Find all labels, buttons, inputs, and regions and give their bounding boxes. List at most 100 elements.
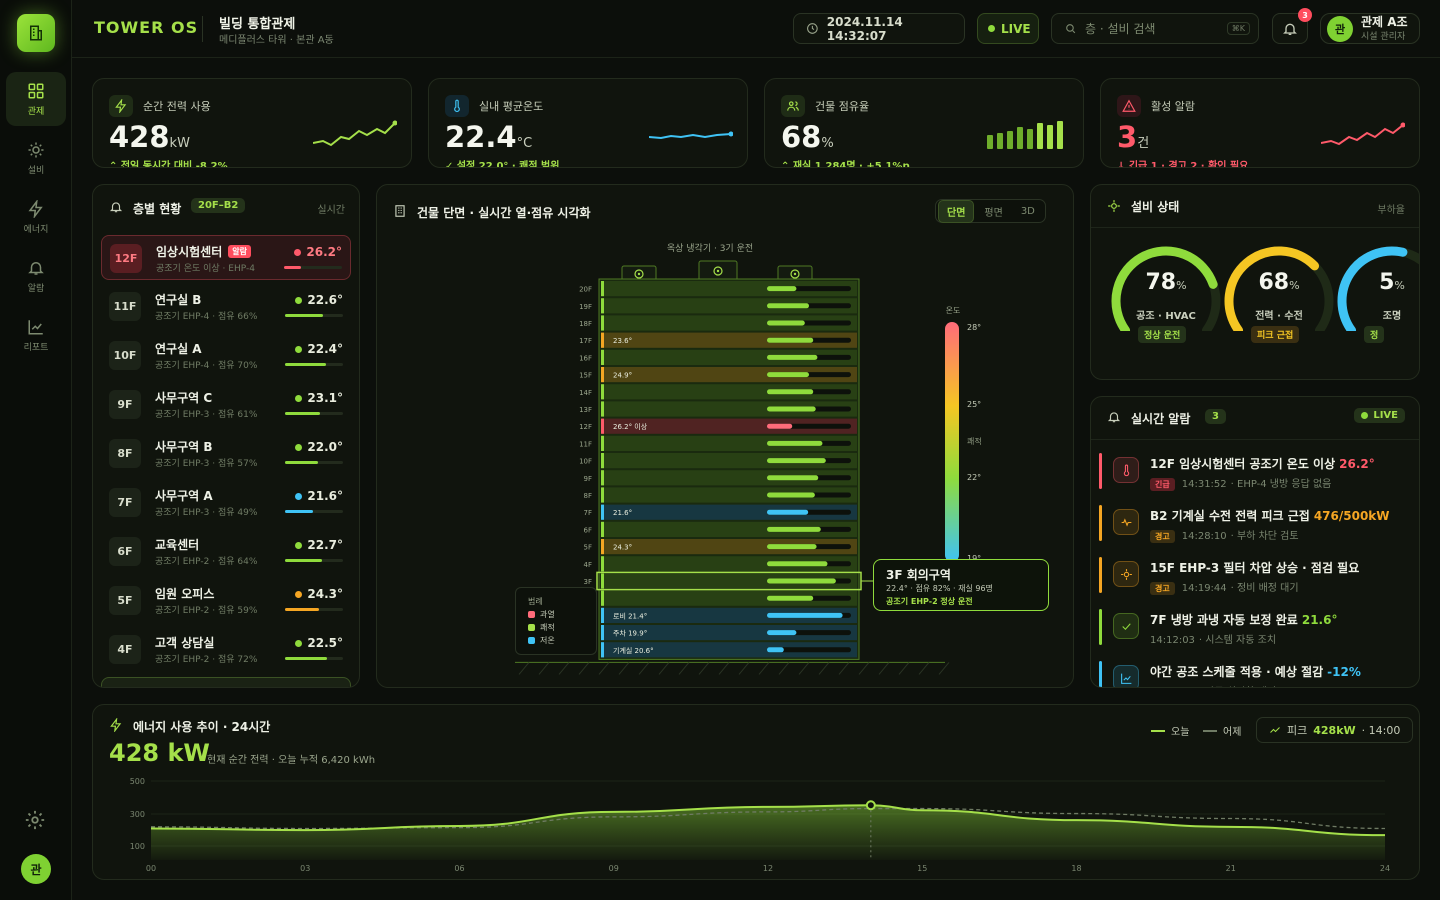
panel-title: 층별 현황 bbox=[133, 202, 182, 216]
occupancy-fill bbox=[284, 266, 302, 269]
alert-time: 14:31:52 bbox=[1181, 479, 1227, 490]
floor-row-20F[interactable]: 20F bbox=[579, 281, 857, 297]
floor-row-18F[interactable]: 18F bbox=[579, 315, 857, 331]
floor-row-B1[interactable]: B1주차 19.9° bbox=[583, 625, 857, 641]
floor-name-text: 연구실 A bbox=[155, 342, 202, 356]
floor-row[interactable]: 9F 사무구역 C 공조기 EHP-3 · 점유 61% 23.1° bbox=[101, 382, 351, 427]
floor-row[interactable]: 11F 연구실 B 공조기 EHP-4 · 점유 66% 22.6° bbox=[101, 284, 351, 329]
floor-row-7F[interactable]: 7F 21.6° bbox=[584, 504, 857, 520]
occupancy-bar bbox=[285, 363, 343, 366]
occupancy-bar bbox=[767, 372, 809, 378]
status-dot bbox=[295, 640, 303, 647]
search-input[interactable]: 층 · 설비 검색 bbox=[1085, 20, 1155, 37]
floor-row-17F[interactable]: 17F 23.6° bbox=[579, 332, 857, 348]
status-dot bbox=[295, 444, 303, 451]
floor-row-12F[interactable]: 12F 26.2° 이상 bbox=[579, 418, 857, 434]
avatar[interactable]: 관 bbox=[21, 854, 51, 884]
kpi-power-card[interactable]: 순간 전력 사용 428kW ⌃ 전일 동시간 대비 -8.2% bbox=[92, 78, 412, 168]
floor-row-11F[interactable]: 11F bbox=[579, 435, 857, 451]
floor-row-9F[interactable]: 9F bbox=[584, 470, 857, 486]
alert-item[interactable]: B2 기계실 수전 전력 피크 근접 476/500kW 경고 14:28:10 · 부… bbox=[1099, 501, 1419, 553]
floor-status-panel: 층별 현황 20F–B2 실시간 12F 임상시험센터 알람 공조기 온도 이상 · … bbox=[92, 184, 360, 688]
floor-number: 9F bbox=[109, 390, 141, 419]
kpi-temp-card[interactable]: 실내 평균온도 22.4°C ✓ 설정 22.0° · 쾌적 범위 bbox=[428, 78, 748, 168]
floor-row-2F[interactable]: 2F bbox=[584, 590, 857, 606]
sidebar-item-report[interactable]: 리포트 bbox=[6, 308, 66, 362]
sidebar-item-label: 에너지 bbox=[23, 224, 49, 235]
bell-icon bbox=[1107, 412, 1121, 423]
floor-row-19F[interactable]: 19F bbox=[579, 298, 857, 314]
kpi-unit: °C bbox=[516, 136, 533, 151]
floor-row-14F[interactable]: 14F bbox=[579, 384, 857, 400]
sidebar-item-equipment[interactable]: 설비 bbox=[6, 131, 66, 185]
search-box[interactable]: 층 · 설비 검색 ⌘K bbox=[1051, 13, 1259, 44]
live-indicator[interactable]: LIVE bbox=[1354, 408, 1405, 423]
live-dot bbox=[988, 25, 995, 32]
floor-row-10F[interactable]: 10F bbox=[579, 453, 857, 469]
floor-row[interactable]: 5F 임원 오피스 공조기 EHP-2 · 점유 59% 24.3° bbox=[101, 578, 351, 623]
notification-button[interactable]: 3 bbox=[1272, 8, 1312, 44]
status-dot bbox=[295, 542, 303, 549]
x-tick: 03 bbox=[300, 864, 310, 873]
alert-item[interactable]: 12F 임상시험센터 공조기 온도 이상 26.2° 긴급 14:31:52 · EHP… bbox=[1099, 449, 1419, 501]
floor-row-6F[interactable]: 6F bbox=[584, 521, 857, 537]
panel-title: 설비 상태 bbox=[1131, 200, 1180, 214]
logo[interactable] bbox=[17, 14, 55, 52]
alert-item[interactable]: 15F EHP-3 필터 차압 상승 · 점검 필요 경고 14:19:44 · 정비… bbox=[1099, 553, 1419, 605]
floor-temp: 23.1° bbox=[295, 391, 343, 405]
mode-label: 실시간 bbox=[317, 205, 345, 216]
floor-row[interactable]: 6F 교육센터 공조기 EHP-2 · 점유 64% 22.7° bbox=[101, 529, 351, 574]
alert-meta: 경고 14:19:44 · 정비 배정 대기 bbox=[1150, 579, 1299, 595]
floor-row-15F[interactable]: 15F 24.9° bbox=[579, 367, 857, 383]
kpi-value: 22.4°C bbox=[445, 120, 532, 154]
floor-row[interactable] bbox=[101, 677, 351, 687]
mode-label: 부하율 bbox=[1377, 205, 1405, 216]
live-indicator[interactable]: LIVE bbox=[977, 13, 1039, 44]
floor-row[interactable]: 8F 사무구역 B 공조기 EHP-3 · 점유 57% 22.0° bbox=[101, 431, 351, 476]
gauge-label: 조명 bbox=[1382, 311, 1402, 322]
alert-item[interactable]: 7F 냉방 과냉 자동 보정 완료 21.6° 14:12:03 · 시스템 자동 조… bbox=[1099, 605, 1419, 657]
floor-row-4F[interactable]: 4F bbox=[584, 556, 857, 572]
occupancy-bar bbox=[767, 630, 797, 636]
alert-time: 14:19:44 bbox=[1181, 583, 1227, 594]
alert-title: 7F 냉방 과냉 자동 보정 완료 21.6° bbox=[1150, 611, 1337, 628]
chiller-icon[interactable] bbox=[698, 260, 738, 282]
peak-point[interactable] bbox=[865, 800, 876, 811]
gear-icon[interactable] bbox=[24, 809, 46, 831]
floor-row[interactable]: 7F 사무구역 A 공조기 EHP-3 · 점유 49% 21.6° bbox=[101, 480, 351, 525]
floor-range-badge: 20F–B2 bbox=[191, 198, 246, 213]
gauge-status: 피크 근접 bbox=[1251, 326, 1300, 343]
level-label: 8F bbox=[584, 492, 592, 500]
floor-desc: 공조기 EHP-3 · 점유 61% bbox=[155, 410, 258, 420]
user-menu[interactable]: 관 관제 A조 시설 관리자 bbox=[1320, 13, 1420, 44]
floor-name-text: 고객 상담실 bbox=[155, 636, 215, 650]
kpi-occupancy-card[interactable]: 건물 점유율 68% ⌃ 재실 1,284명 · +5.1%p bbox=[764, 78, 1084, 168]
sidebar-item-energy[interactable]: 에너지 bbox=[6, 190, 66, 244]
floor-row-3F[interactable]: 3F bbox=[584, 571, 862, 591]
floor-row-5F[interactable]: 5F 24.3° bbox=[584, 539, 857, 555]
kpi-alarm-card[interactable]: 활성 알람 3건 ↓ 긴급 1 · 경고 2 · 확인 필요 bbox=[1100, 78, 1420, 168]
floor-desc: 공조기 EHP-3 · 점유 57% bbox=[155, 459, 258, 469]
alert-value: -12% bbox=[1327, 665, 1361, 679]
x-tick: 00 bbox=[146, 864, 156, 873]
floor-row-16F[interactable]: 16F bbox=[579, 349, 857, 365]
floor-row-1F[interactable]: 1F로비 21.4° bbox=[584, 607, 857, 623]
floor-row[interactable]: 10F 연구실 A 공조기 EHP-4 · 점유 70% 22.4° bbox=[101, 333, 351, 378]
sidebar-item-alarm[interactable]: 알람 bbox=[6, 249, 66, 303]
kpi-label: 순간 전력 사용 bbox=[143, 100, 211, 113]
kpi-label: 활성 알람 bbox=[1151, 100, 1195, 113]
datetime-display: 2024.11.14 14:32:07 bbox=[793, 13, 965, 44]
floor-row-B2[interactable]: B2기계실 20.6° bbox=[583, 642, 857, 658]
alert-value: 26.2° bbox=[1339, 457, 1375, 471]
floor-row[interactable]: 4F 고객 상담실 공조기 EHP-2 · 점유 72% 22.5° bbox=[101, 627, 351, 672]
floor-row-8F[interactable]: 8F bbox=[584, 487, 857, 503]
sidebar-item-label: 관제 bbox=[27, 106, 45, 117]
floor-number: 5F bbox=[109, 586, 141, 615]
kpi-label: 실내 평균온도 bbox=[479, 100, 544, 113]
floor-row[interactable]: 12F 임상시험센터 알람 공조기 온도 이상 · EHP-4 26.2° bbox=[101, 235, 351, 280]
alert-item[interactable]: 야간 공조 스케줄 적용 · 예상 절감-12% 14:00:00 · 자동 최적화… bbox=[1099, 657, 1419, 687]
sidebar-item-monitor[interactable]: 관제 bbox=[6, 72, 66, 126]
floor-temp-label: 기계실 20.6° bbox=[613, 646, 654, 655]
floor-row-13F[interactable]: 13F bbox=[579, 401, 857, 417]
severity-bar bbox=[1099, 609, 1102, 645]
